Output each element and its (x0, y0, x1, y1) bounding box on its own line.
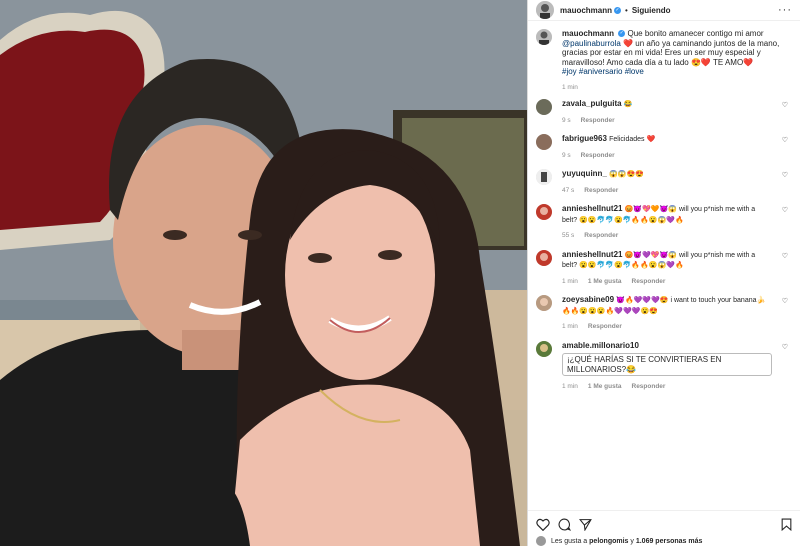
comment-item: annieshellnut21 😡😈💜💖😈😱 will you p*nish m… (536, 249, 788, 287)
heart-icon[interactable]: ♡ (782, 343, 788, 351)
heart-icon[interactable]: ♡ (782, 101, 788, 109)
comment-icon[interactable] (558, 518, 571, 531)
liker-avatar[interactable] (536, 536, 546, 546)
comment-like-count[interactable]: 1 Me gusta (588, 278, 622, 285)
heart-icon[interactable]: ♡ (782, 171, 788, 179)
heart-icon[interactable]: ♡ (782, 252, 788, 260)
caption: mauochmann ✓ Que bonito amanecer contigo… (536, 29, 788, 92)
comment-item: zoeysabine09 😈🔥💜💜💜😍 i want to touch your… (536, 295, 788, 332)
comment-item: amable.millonario10 ¡¿QUÉ HARÍAS SI TE C… (536, 340, 788, 392)
comment-time[interactable]: 55 s (562, 232, 574, 239)
verified-icon: ✓ (614, 6, 622, 14)
commenter-avatar[interactable] (536, 99, 552, 115)
commenter-avatar[interactable] (536, 204, 552, 220)
comment-time[interactable]: 47 s (562, 187, 574, 194)
comment-item: fabrigue963 Felicidades ❤️ 9 s Responder … (536, 134, 788, 160)
heart-icon[interactable]: ♡ (782, 297, 788, 305)
author-avatar[interactable] (536, 1, 554, 19)
reply-button[interactable]: Responder (581, 117, 615, 124)
likes-connector: y (630, 537, 634, 545)
reply-button[interactable]: Responder (588, 323, 622, 330)
comment-time[interactable]: 1 min (562, 278, 578, 285)
comment-text: 😂 (623, 101, 633, 108)
comment-time[interactable]: 1 min (562, 383, 578, 390)
post-actions: Les gusta a pelongomis y 1.069 personas … (528, 510, 800, 546)
comment-username[interactable]: yuyuquinn_ (562, 169, 607, 178)
comment-time[interactable]: 1 min (562, 323, 578, 330)
caption-hashtags[interactable]: #joy #aniversario #love (562, 67, 788, 77)
heart-icon[interactable]: ♡ (782, 136, 788, 144)
comment-username[interactable]: amable.millonario10 (562, 341, 639, 350)
post-side-panel: mauochmann ✓ • Siguiendo ··· mauochmann … (527, 0, 800, 546)
caption-username[interactable]: mauochmann (562, 29, 614, 38)
following-button[interactable]: Siguiendo (632, 6, 671, 15)
author-username[interactable]: mauochmann (560, 6, 612, 15)
likes-summary: Les gusta a pelongomis y 1.069 personas … (536, 536, 792, 546)
liker-username[interactable]: pelongomis (589, 538, 628, 545)
bookmark-icon[interactable] (781, 518, 792, 531)
more-icon[interactable]: ··· (778, 4, 792, 16)
caption-text-1: Que bonito amanecer contigo mi amor (627, 29, 764, 38)
heart-icon[interactable] (536, 518, 550, 531)
reply-button[interactable]: Responder (632, 278, 666, 285)
comment-text: 😱😱😍😍 (609, 171, 644, 178)
reply-button[interactable]: Responder (632, 383, 666, 390)
comment-item: annieshellnut21 😡😈💖🧡😈😱 will you p*nish m… (536, 204, 788, 241)
comment-item: yuyuquinn_ 😱😱😍😍 47 s Responder ♡ (536, 169, 788, 195)
comment-time[interactable]: 9 s (562, 152, 571, 159)
comment-username[interactable]: annieshellnut21 (562, 250, 622, 259)
comment-username[interactable]: zoeysabine09 (562, 295, 614, 304)
comment-time[interactable]: 9 s (562, 117, 571, 124)
caption-time[interactable]: 1 min (562, 84, 578, 91)
comment-like-count[interactable]: 1 Me gusta (588, 383, 622, 390)
heart-icon[interactable]: ♡ (782, 206, 788, 214)
commenter-avatar[interactable] (536, 134, 552, 150)
caption-mention[interactable]: @paulinaburrola (562, 39, 621, 48)
comment-text: Felicidades ❤️ (609, 136, 656, 143)
reply-button[interactable]: Responder (581, 152, 615, 159)
likes-count[interactable]: 1.069 personas más (636, 538, 703, 545)
instagram-post-view: mauochmann ✓ • Siguiendo ··· mauochmann … (0, 0, 800, 546)
comment-text: ¡¿QUÉ HARÍAS SI TE CONVIRTIERAS EN MILLO… (562, 353, 772, 376)
commenter-avatar[interactable] (536, 249, 552, 266)
share-icon[interactable] (579, 518, 592, 531)
likes-prefix: Les gusta a (551, 537, 588, 545)
commenter-avatar[interactable] (536, 295, 552, 311)
comments-list[interactable]: mauochmann ✓ Que bonito amanecer contigo… (528, 21, 800, 465)
post-header: mauochmann ✓ • Siguiendo ··· (528, 0, 800, 21)
comment-username[interactable]: annieshellnut21 (562, 204, 622, 213)
commenter-avatar[interactable] (536, 340, 552, 357)
reply-button[interactable]: Responder (584, 187, 618, 194)
author-avatar-small[interactable] (536, 29, 552, 45)
comment-item: zavala_pulguita 😂 9 s Responder ♡ (536, 99, 788, 125)
photo-illustration (0, 0, 527, 546)
reply-button[interactable]: Responder (584, 232, 618, 239)
commenter-avatar[interactable] (536, 169, 552, 185)
header-separator: • (625, 5, 628, 15)
comment-username[interactable]: fabrigue963 (562, 134, 607, 143)
verified-icon: ✓ (618, 30, 626, 38)
post-photo[interactable] (0, 0, 527, 546)
comment-username[interactable]: zavala_pulguita (562, 99, 622, 108)
